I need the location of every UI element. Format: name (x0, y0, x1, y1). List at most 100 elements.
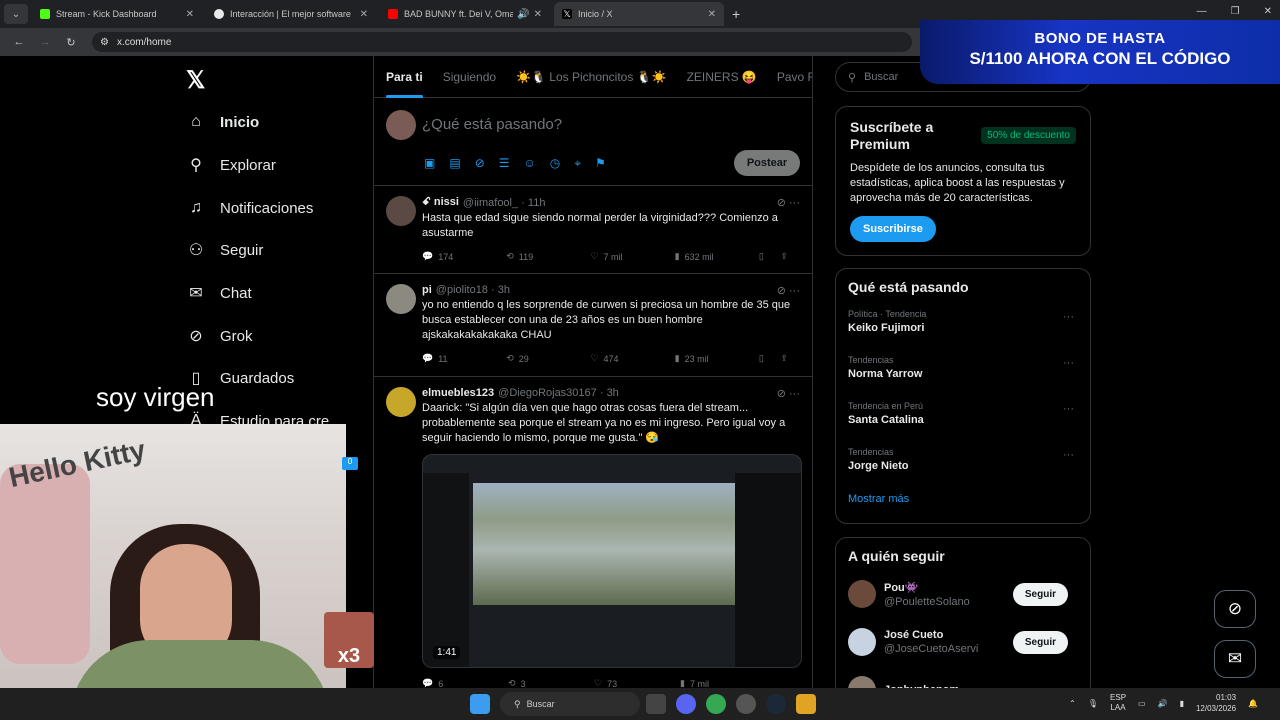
nav-chat[interactable]: ✉ Chat (186, 283, 251, 303)
minimize-icon[interactable]: — (1197, 6, 1207, 17)
forward-icon[interactable]: → (38, 36, 52, 48)
image-icon[interactable]: ▣ (424, 156, 435, 171)
trend-item[interactable]: Tendencias Jorge Nieto ··· (848, 447, 1078, 493)
taskbar-search[interactable]: ⚲ Buscar (500, 692, 640, 716)
follow-button[interactable]: Seguir (1012, 582, 1068, 606)
close-window-icon[interactable]: ✕ (1264, 6, 1272, 17)
tab-following[interactable]: Siguiendo (443, 56, 496, 98)
close-icon[interactable]: ✕ (360, 9, 368, 20)
avatar[interactable] (386, 196, 416, 226)
tweet-author[interactable]: ꗃ nissi (422, 196, 459, 209)
nav-explore[interactable]: ⚲ Explorar (186, 155, 276, 175)
trend-item[interactable]: Tendencia en Perú Santa Catalina ··· (848, 401, 1078, 447)
more-icon[interactable]: ··· (1063, 403, 1074, 415)
x-logo-icon[interactable]: 𝕏 (186, 66, 205, 95)
browser-tab[interactable]: BAD BUNNY ft. Dei V, Oma 🔊 ✕ (380, 2, 550, 26)
nav-home[interactable]: ⌂ Inicio (186, 112, 259, 132)
more-icon[interactable]: ⊘ ··· (777, 387, 800, 400)
trend-item[interactable]: Tendencias Norma Yarrow ··· (848, 355, 1078, 401)
tweet-handle[interactable]: @DiegoRojas30167 (498, 387, 597, 399)
close-icon[interactable]: ✕ (186, 9, 194, 20)
reload-icon[interactable]: ↻ (64, 36, 78, 49)
url-field[interactable]: ⚙ x.com/home (92, 32, 912, 52)
tweet[interactable]: ꗃ nissi @iimafool_ · 11h ⊘ ··· Hasta que e… (374, 186, 812, 274)
tweet-author[interactable]: pi (422, 284, 432, 296)
network-icon[interactable]: ▭ (1138, 699, 1146, 708)
tab-for-you[interactable]: Para ti (386, 56, 423, 98)
avatar[interactable] (386, 387, 416, 417)
messages-fab-button[interactable]: ✉ (1214, 640, 1256, 678)
tweet[interactable]: elmuebles123 @DiegoRojas30167 · 3h ⊘ ··· D… (374, 377, 812, 696)
tweet-author[interactable]: elmuebles123 (422, 387, 494, 399)
compose-input[interactable]: ¿Qué está pasando? (422, 116, 562, 133)
tweet-handle[interactable]: @iimafool_ (463, 197, 518, 209)
clock[interactable]: 01:03 12/03/2026 (1196, 692, 1236, 714)
grok-fab-button[interactable]: ⊘ (1214, 590, 1256, 628)
gif-icon[interactable]: ▤ (449, 156, 460, 171)
more-icon[interactable]: ··· (1063, 357, 1074, 369)
repost-button[interactable]: ⟲ 119 (506, 251, 590, 262)
chrome-icon[interactable] (706, 694, 726, 714)
share-icon[interactable]: ⇪ (780, 251, 800, 262)
more-icon[interactable]: ··· (1063, 311, 1074, 323)
nav-grok[interactable]: ⊘ Grok (186, 326, 252, 346)
reply-button[interactable]: 💬 11 (422, 353, 506, 364)
battery-icon[interactable]: ▮ (1180, 699, 1184, 708)
grok-icon[interactable]: ⊘ (475, 156, 485, 171)
tweet-time[interactable]: 3h (498, 284, 510, 296)
location-icon[interactable]: ⌖ (574, 156, 581, 171)
tab-search-button[interactable]: ⌄ (4, 4, 28, 24)
app-icon[interactable] (796, 694, 816, 714)
obs-icon[interactable] (736, 694, 756, 714)
more-icon[interactable]: ⊘ ··· (777, 196, 800, 209)
windows-start-icon[interactable] (470, 694, 490, 714)
tweet-handle[interactable]: @piolito18 (436, 284, 488, 296)
trend-item[interactable]: Política · Tendencia Keiko Fujimori ··· (848, 309, 1078, 355)
nav-notifications[interactable]: ♫ Notificaciones (186, 198, 313, 218)
close-icon[interactable]: ✕ (534, 9, 542, 20)
reply-button[interactable]: 💬 174 (422, 251, 506, 262)
tweet-time[interactable]: 11h (528, 197, 546, 209)
volume-icon[interactable]: 🔊 (1158, 699, 1168, 708)
show-more-link[interactable]: Mostrar más (848, 493, 1078, 505)
follow-suggestion[interactable]: José Cueto @JoseCuetoAservi Seguir (848, 618, 1078, 666)
new-tab-button[interactable]: + (732, 6, 740, 22)
mic-icon[interactable]: 🎙 (1088, 699, 1098, 708)
post-button[interactable]: Postear (734, 150, 800, 176)
subscribe-button[interactable]: Suscribirse (850, 216, 936, 242)
speaker-icon[interactable]: 🔊 (517, 9, 529, 20)
site-info-icon[interactable]: ⚙ (100, 37, 109, 48)
tweet[interactable]: pi @piolito18 · 3h ⊘ ··· yo no entiendo q … (374, 274, 812, 377)
avatar[interactable] (848, 580, 876, 608)
avatar[interactable] (848, 628, 876, 656)
tab-list-pichoncitos[interactable]: ☀️🐧 Los Pichoncitos 🐧☀️ (516, 56, 666, 98)
more-icon[interactable]: ··· (1063, 449, 1074, 461)
browser-tab-active[interactable]: 𝕏 Inicio / X ✕ (554, 2, 724, 26)
close-icon[interactable]: ✕ (708, 9, 716, 20)
more-icon[interactable]: ⊘ ··· (777, 284, 800, 297)
flag-icon[interactable]: ⚑ (595, 156, 606, 171)
poll-icon[interactable]: ☰ (499, 156, 510, 171)
emoji-icon[interactable]: ☺ (524, 156, 536, 171)
language-indicator[interactable]: ESP LAA (1110, 693, 1126, 713)
repost-button[interactable]: ⟲ 29 (506, 353, 590, 364)
tab-list-zeiners[interactable]: ZEINERS 😝 (687, 56, 757, 98)
share-icon[interactable]: ⇪ (780, 353, 800, 364)
steam-icon[interactable] (766, 694, 786, 714)
maximize-icon[interactable]: ❐ (1231, 6, 1240, 17)
views-button[interactable]: ▮ 632 mil (675, 251, 759, 262)
discord-icon[interactable] (676, 694, 696, 714)
follow-button[interactable]: Seguir (1012, 630, 1068, 654)
browser-tab[interactable]: Stream - Kick Dashboard ✕ (32, 2, 202, 26)
like-button[interactable]: ♡ 474 (590, 353, 674, 364)
views-button[interactable]: ▮ 23 mil (675, 353, 759, 364)
bookmark-icon[interactable]: ▯ (759, 353, 781, 364)
browser-tab[interactable]: Interacción | El mejor software ✕ (206, 2, 376, 26)
bookmark-icon[interactable]: ▯ (759, 251, 781, 262)
promo-banner[interactable]: BONO DE HASTA S/1100 AHORA CON EL CÓDIGO (920, 20, 1280, 84)
file-explorer-icon[interactable] (646, 694, 666, 714)
tweet-time[interactable]: 3h (607, 387, 619, 399)
follow-suggestion[interactable]: Pou👾 @PouletteSolano Seguir (848, 570, 1078, 618)
back-icon[interactable]: ← (12, 36, 26, 48)
nav-follow[interactable]: ⚇ Seguir (186, 240, 264, 260)
